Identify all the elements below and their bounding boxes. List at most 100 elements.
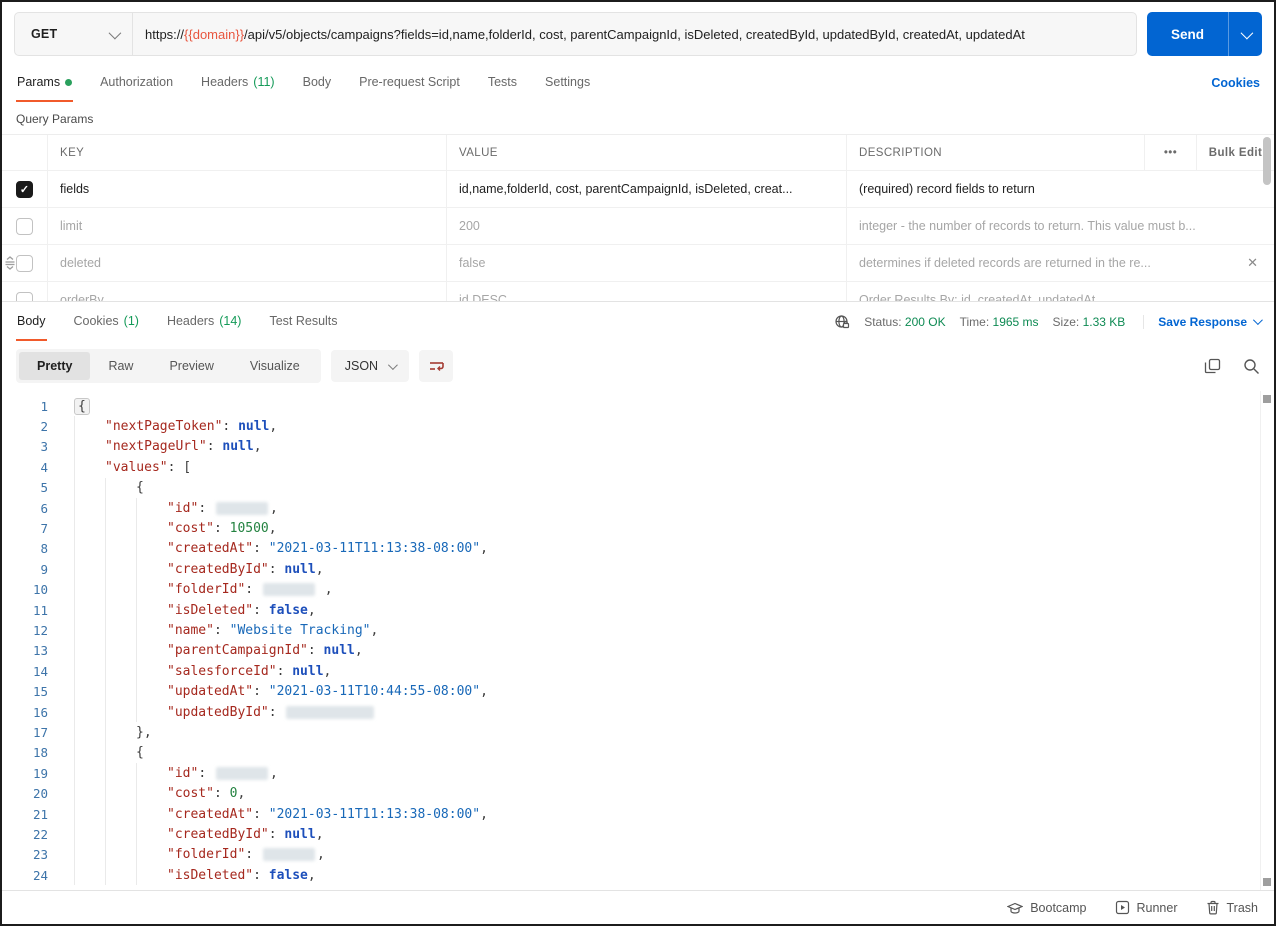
param-key-cell[interactable]: deleted — [48, 245, 447, 281]
json-punctuation: , — [315, 826, 324, 842]
tab-tests[interactable]: Tests — [487, 64, 518, 102]
json-punctuation: , — [354, 643, 363, 659]
remove-param-icon[interactable]: ✕ — [1243, 255, 1262, 271]
params-scrollbar[interactable] — [1262, 137, 1272, 299]
url-prefix: https:// — [145, 26, 185, 42]
json-key: "values" — [105, 459, 168, 475]
size-label: Size: — [1052, 314, 1080, 329]
indent-guide — [74, 844, 105, 865]
view-tab-pretty[interactable]: Pretty — [19, 352, 91, 380]
param-description-cell[interactable]: determines if deleted records are return… — [847, 245, 1274, 281]
json-punctuation: : — [253, 602, 269, 618]
chevron-down-icon — [388, 359, 398, 370]
view-tab-preview[interactable]: Preview — [151, 352, 231, 380]
footer-item-label: Trash — [1226, 900, 1259, 915]
param-value-cell[interactable]: 200 — [447, 208, 847, 244]
json-key: "folderId" — [167, 582, 246, 598]
response-tab-cookies[interactable]: Cookies (1) — [73, 302, 140, 341]
param-key-cell[interactable]: limit — [48, 208, 447, 244]
url-input[interactable]: https://{{domain}}/api/v5/objects/campai… — [133, 13, 1136, 55]
footer-item-label: Runner — [1136, 900, 1178, 915]
send-button[interactable]: Send — [1146, 12, 1228, 56]
code-line: 19 "id": , — [2, 763, 1274, 784]
response-tab-body[interactable]: Body — [16, 302, 47, 341]
json-punctuation: : — [206, 439, 223, 455]
indent-guide — [74, 477, 105, 498]
send-options-button[interactable] — [1228, 12, 1262, 56]
indent-guide — [74, 701, 105, 723]
json-keyword-value: false — [268, 602, 308, 618]
param-checkbox-checked[interactable]: ✓ — [16, 180, 33, 198]
json-punctuation: , — [370, 622, 379, 638]
line-number: 20 — [32, 786, 48, 802]
indent-guide — [74, 803, 105, 825]
param-checkbox-unchecked[interactable] — [16, 217, 33, 235]
param-checkbox-unchecked[interactable] — [16, 254, 33, 272]
tab-params[interactable]: Params — [16, 64, 74, 102]
line-content: }, — [74, 722, 152, 743]
json-punctuation: : — [213, 786, 230, 802]
response-tab-test-results[interactable]: Test Results — [268, 302, 338, 341]
params-scrollbar-thumb[interactable] — [1263, 137, 1271, 185]
tab-body[interactable]: Body — [302, 64, 333, 102]
param-description-cell[interactable]: (required) record fields to return — [847, 171, 1274, 207]
json-punctuation: : — [253, 867, 269, 883]
copy-icon[interactable] — [1204, 358, 1221, 375]
tab-headers[interactable]: Headers (11) — [200, 64, 276, 102]
line-content: "name": "Website Tracking", — [74, 620, 379, 641]
drag-handle-icon[interactable] — [4, 256, 16, 270]
param-description-cell[interactable]: integer - the number of records to retur… — [847, 208, 1274, 244]
format-select[interactable]: JSON — [330, 350, 410, 382]
view-tab-visualize[interactable]: Visualize — [232, 352, 318, 380]
param-value-cell[interactable]: id,name,folderId, cost, parentCampaignId… — [447, 171, 847, 207]
cookies-link[interactable]: Cookies — [1211, 76, 1260, 90]
param-value-cell[interactable]: id DESC — [447, 282, 847, 301]
tab-settings[interactable]: Settings — [544, 64, 591, 102]
view-tab-raw[interactable]: Raw — [90, 352, 151, 380]
line-number: 23 — [32, 847, 48, 863]
scrollbar-thumb-bottom[interactable] — [1263, 878, 1271, 886]
json-string-value: "2021-03-11T11:13:38-08:00" — [268, 806, 481, 822]
json-punctuation: , — [316, 582, 333, 598]
footer-runner-button[interactable]: Runner — [1115, 900, 1178, 915]
response-scrollbar[interactable] — [1260, 391, 1274, 890]
search-icon[interactable] — [1243, 358, 1260, 375]
param-value-cell[interactable]: false — [447, 245, 847, 281]
indent-guide — [105, 620, 136, 641]
json-punctuation: : — [213, 521, 230, 537]
indent-guide — [105, 497, 136, 519]
line-number: 4 — [40, 459, 48, 475]
param-checkbox-unchecked[interactable] — [16, 291, 33, 301]
word-wrap-button[interactable] — [419, 350, 454, 382]
response-tab-headers[interactable]: Headers (14) — [166, 302, 242, 341]
json-key: "updatedById" — [167, 704, 269, 720]
indent-guide — [74, 681, 105, 702]
json-punctuation: , — [268, 521, 277, 537]
code-line: 17}, — [2, 722, 1274, 743]
indent-guide — [105, 864, 136, 886]
chevron-down-icon — [1252, 315, 1263, 326]
save-response-button[interactable]: Save Response — [1143, 314, 1263, 329]
method-select[interactable]: GET — [15, 13, 133, 55]
param-row-deleted: deleted false determines if deleted record… — [2, 245, 1274, 282]
line-number: 8 — [40, 541, 48, 557]
line-content: "createdById": null, — [74, 559, 324, 580]
indent-guide — [105, 722, 136, 743]
network-globe-icon[interactable] — [834, 314, 850, 330]
footer-trash-button[interactable]: Trash — [1206, 900, 1259, 915]
tab-authorization[interactable]: Authorization — [99, 64, 174, 102]
code-line: 4 "values": [ — [2, 457, 1274, 478]
footer-bootcamp-button[interactable]: Bootcamp — [1007, 901, 1087, 915]
query-params-table: KEY VALUE DESCRIPTION ••• Bulk Edit ✓ fie… — [2, 134, 1274, 301]
json-key: "createdById" — [167, 826, 269, 842]
code-line: 24 "isDeleted": false, — [2, 864, 1274, 886]
indent-guide — [74, 763, 105, 784]
param-key-cell[interactable]: fields — [48, 171, 447, 207]
response-body-editor[interactable]: 1{2 "nextPageToken": null, 3 "nextPageUrl":… — [2, 391, 1274, 890]
param-key-cell[interactable]: orderBy — [48, 282, 447, 301]
scrollbar-thumb-top[interactable] — [1263, 395, 1271, 403]
param-description-cell[interactable]: Order Results By: id, createdAt, updated… — [847, 282, 1274, 301]
json-punctuation: { — [136, 745, 144, 761]
tab-pre-request-script[interactable]: Pre-request Script — [358, 64, 461, 102]
more-options-icon[interactable]: ••• — [1144, 135, 1196, 170]
